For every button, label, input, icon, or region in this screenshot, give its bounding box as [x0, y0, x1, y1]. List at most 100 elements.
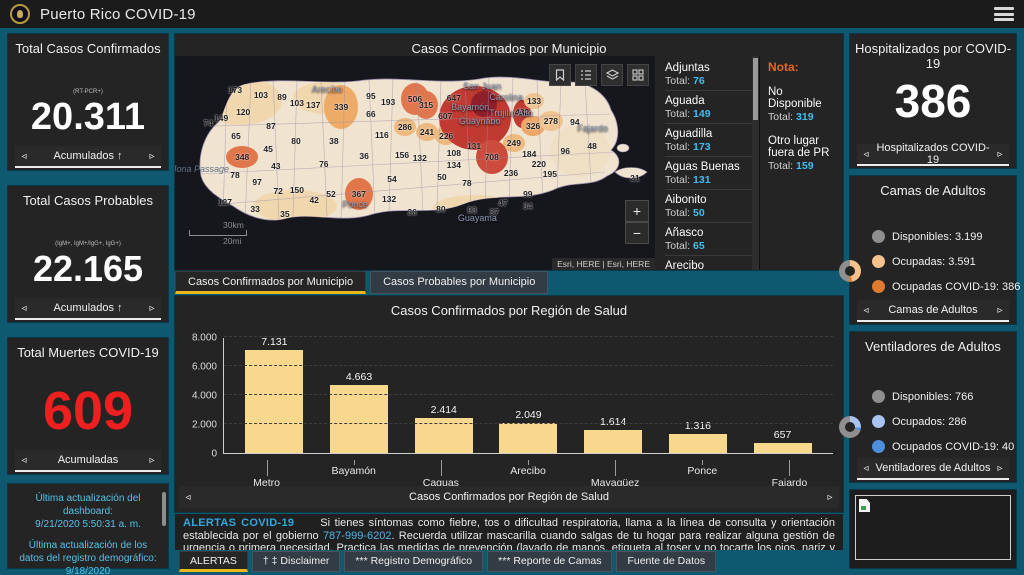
- map-municipio-value[interactable]: 74: [203, 118, 212, 128]
- map-municipio-value[interactable]: 134: [447, 160, 461, 170]
- map-municipio-value[interactable]: 52: [326, 189, 335, 199]
- map-municipio-value[interactable]: 195: [543, 169, 557, 179]
- menu-icon[interactable]: [994, 7, 1014, 21]
- tab-reporte-de-camas[interactable]: *** Reporte de Camas: [487, 551, 612, 572]
- map-municipio-value[interactable]: 38: [329, 136, 338, 146]
- layers-icon[interactable]: [601, 64, 623, 86]
- map-municipio-value[interactable]: 36: [407, 207, 416, 217]
- prev-arrow-icon[interactable]: ◃: [857, 149, 875, 160]
- zoom-in-button[interactable]: +: [625, 200, 649, 222]
- map-municipio-value[interactable]: 95: [366, 91, 375, 101]
- map-municipio-value[interactable]: 149: [214, 113, 228, 123]
- prev-arrow-icon[interactable]: ◃: [15, 151, 33, 162]
- bar-bayamón[interactable]: [330, 385, 388, 453]
- prev-arrow-icon[interactable]: ◃: [15, 455, 33, 466]
- ventiladores-pie-chart[interactable]: [839, 416, 861, 438]
- map-municipio-value[interactable]: 42: [309, 195, 318, 205]
- tab-fuente-de-datos[interactable]: Fuente de Datos: [616, 551, 716, 572]
- map-municipio-value[interactable]: 184: [522, 149, 536, 159]
- map-municipio-value[interactable]: 78: [462, 178, 471, 188]
- tab-disclaimer[interactable]: † ‡ Disclaimer: [252, 551, 341, 572]
- bar-arecibo[interactable]: [499, 423, 557, 453]
- phone-link[interactable]: 787-999-6202: [323, 530, 392, 542]
- map-municipio-value[interactable]: 72: [273, 186, 282, 196]
- legend-icon[interactable]: [575, 64, 597, 86]
- map-municipio-value[interactable]: 315: [419, 100, 433, 110]
- map-municipio-value[interactable]: 607: [438, 111, 452, 121]
- next-arrow-icon[interactable]: ▹: [821, 492, 839, 503]
- map-municipio-value[interactable]: 193: [381, 97, 395, 107]
- map-municipio-value[interactable]: 278: [544, 116, 558, 126]
- next-arrow-icon[interactable]: ▹: [143, 151, 161, 162]
- next-arrow-icon[interactable]: ▹: [991, 149, 1009, 160]
- map-municipio-value[interactable]: 65: [231, 131, 240, 141]
- municipio-list-item[interactable]: AguadillaTotal: 173: [665, 124, 752, 157]
- map-municipio-value[interactable]: 21: [630, 173, 639, 183]
- next-arrow-icon[interactable]: ▹: [991, 463, 1009, 474]
- map-municipio-value[interactable]: 33: [250, 204, 259, 214]
- next-arrow-icon[interactable]: ▹: [143, 455, 161, 466]
- map-municipio-value[interactable]: 35: [280, 209, 289, 219]
- map-municipio-value[interactable]: 78: [230, 170, 239, 180]
- tab-registro-demogr-fico[interactable]: *** Registro Demográfico: [344, 551, 483, 572]
- bar-fajardo[interactable]: [754, 443, 812, 453]
- map-municipio-value[interactable]: 89: [277, 92, 286, 102]
- map-municipio-value[interactable]: 150: [290, 185, 304, 195]
- next-arrow-icon[interactable]: ▹: [143, 303, 161, 314]
- map-tab-casos-confirmados-por-municipio[interactable]: Casos Confirmados por Municipio: [175, 271, 366, 294]
- map-municipio-value[interactable]: 66: [366, 109, 375, 119]
- map-municipio-value[interactable]: 326: [526, 121, 540, 131]
- map-municipio-value[interactable]: 348: [235, 152, 249, 162]
- municipio-list-item[interactable]: AñascoTotal: 65: [665, 223, 752, 256]
- municipio-list-item[interactable]: AreciboTotal: 339: [665, 256, 752, 270]
- map-municipio-value[interactable]: 76: [319, 159, 328, 169]
- map-municipio-value[interactable]: 137: [306, 100, 320, 110]
- map-municipio-value[interactable]: 708: [485, 152, 499, 162]
- municipio-list-item[interactable]: AdjuntasTotal: 76: [665, 58, 752, 91]
- prev-arrow-icon[interactable]: ◃: [179, 492, 197, 503]
- tab-alertas[interactable]: ALERTAS: [179, 551, 248, 572]
- map-municipio-value[interactable]: 133: [527, 96, 541, 106]
- map-municipio-value[interactable]: 34: [523, 201, 532, 211]
- map-municipio-value[interactable]: 236: [504, 168, 518, 178]
- map-municipio-value[interactable]: 127: [218, 197, 232, 207]
- prev-arrow-icon[interactable]: ◃: [15, 303, 33, 314]
- map-municipio-value[interactable]: 47: [498, 198, 507, 208]
- map-municipio-value[interactable]: 103: [290, 98, 304, 108]
- map-municipio-value[interactable]: 48: [587, 141, 596, 151]
- map-municipio-value[interactable]: 87: [266, 121, 275, 131]
- map-municipio-value[interactable]: 99: [523, 189, 532, 199]
- map-municipio-value[interactable]: 156: [395, 150, 409, 160]
- map-municipio-value[interactable]: 97: [252, 177, 261, 187]
- map-municipio-value[interactable]: 241: [420, 127, 434, 137]
- map-municipio-value[interactable]: 45: [263, 144, 272, 154]
- map-municipio-value[interactable]: 96: [561, 146, 570, 156]
- map-municipio-value[interactable]: 367: [352, 189, 366, 199]
- map-municipio-value[interactable]: 132: [382, 194, 396, 204]
- bar-ponce[interactable]: [669, 434, 727, 453]
- map-tab-casos-probables-por-municipio[interactable]: Casos Probables por Municipio: [370, 271, 548, 294]
- zoom-out-button[interactable]: −: [625, 222, 649, 244]
- map-municipio-value[interactable]: 103: [254, 90, 268, 100]
- map-municipio-value[interactable]: 108: [447, 148, 461, 158]
- map-municipio-value[interactable]: 339: [334, 102, 348, 112]
- bar-mayagüez[interactable]: [584, 430, 642, 453]
- next-arrow-icon[interactable]: ▹: [991, 305, 1009, 316]
- map-canvas[interactable]: 1731038910313733995193506315647133432278…: [175, 56, 655, 270]
- map-municipio-value[interactable]: 120: [236, 107, 250, 117]
- map-municipio-value[interactable]: 131: [467, 141, 481, 151]
- map-municipio-value[interactable]: 43: [271, 161, 280, 171]
- scrollbar[interactable]: [162, 492, 166, 526]
- map-municipio-value[interactable]: 226: [439, 131, 453, 141]
- map-municipio-value[interactable]: 80: [291, 136, 300, 146]
- list-scrollbar[interactable]: [752, 56, 759, 270]
- map-municipio-value[interactable]: 50: [437, 172, 446, 182]
- map-municipio-value[interactable]: 80: [436, 204, 445, 214]
- bookmark-icon[interactable]: [549, 64, 571, 86]
- map-municipio-value[interactable]: 173: [228, 85, 242, 95]
- map-municipio-value[interactable]: 249: [507, 138, 521, 148]
- municipio-list-item[interactable]: AibonitoTotal: 50: [665, 190, 752, 223]
- map-municipio-value[interactable]: 220: [532, 159, 546, 169]
- prev-arrow-icon[interactable]: ◃: [857, 305, 875, 316]
- map-municipio-value[interactable]: 132: [413, 153, 427, 163]
